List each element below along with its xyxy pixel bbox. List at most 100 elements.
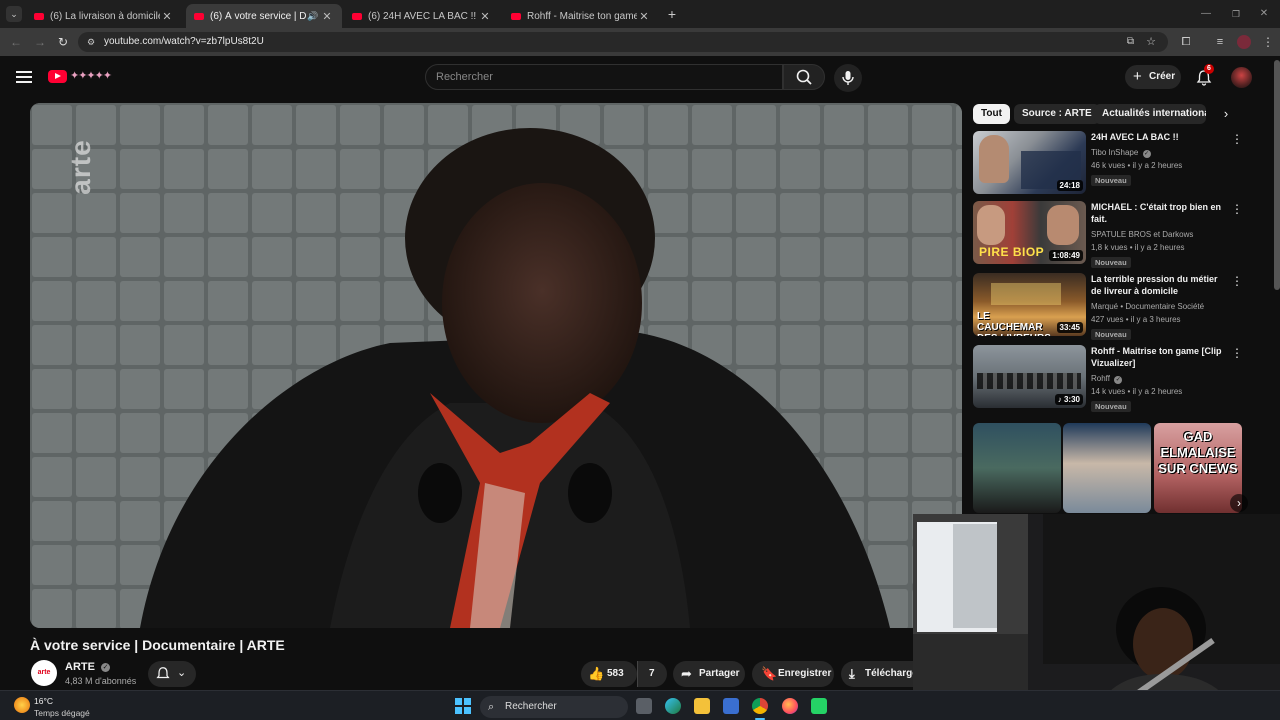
recommendation-thumbnail[interactable]: LE CAUCHEMAR DES LIVREURS 33:45: [973, 273, 1086, 336]
recommendation-channel: Marqué • Documentaire Société: [1091, 302, 1205, 311]
search-input[interactable]: Rechercher: [425, 64, 783, 90]
shorts-next-chevron-icon[interactable]: ›: [1230, 494, 1248, 512]
create-button[interactable]: + Créer: [1125, 65, 1181, 89]
whatsapp-icon[interactable]: [811, 698, 827, 714]
recommendation-channel-text: Rohff: [1091, 374, 1110, 383]
media-controls-icon[interactable]: ≡: [1212, 34, 1228, 50]
notifications-button[interactable]: 6: [1194, 64, 1214, 88]
short-thumbnail[interactable]: [973, 423, 1061, 513]
like-button[interactable]: 👍 583: [581, 661, 637, 687]
address-bar-row: ← → ↻ ⚙ youtube.com/watch?v=zb7lpUs8t2U …: [0, 28, 1280, 56]
subscriber-count: 4,83 M d'abonnés: [65, 676, 137, 686]
recommendation-thumbnail[interactable]: PIRE BIOP 1:08:49: [973, 201, 1086, 264]
new-badge: Nouveau: [1091, 257, 1131, 268]
recommendation-title: Rohff - Maitrise ton game [Clip Vizualiz…: [1091, 346, 1222, 368]
recommendation-item[interactable]: LE CAUCHEMAR DES LIVREURS 33:45 La terri…: [973, 273, 1243, 340]
bookmark-star-icon[interactable]: ☆: [1146, 32, 1156, 52]
subscription-bell-button[interactable]: ⌄: [148, 661, 196, 687]
close-tab-icon[interactable]: ✕: [637, 10, 651, 23]
temperature: 16°C: [34, 696, 53, 706]
tab-title: Rohff - Maitrise ton game [Clip: [527, 10, 637, 22]
chevron-down-icon: ⌄: [177, 667, 187, 679]
channel-name[interactable]: ARTE ✓: [65, 661, 111, 673]
forward-icon[interactable]: →: [32, 34, 48, 50]
recommendation-thumbnail[interactable]: ♪ 3:30: [973, 345, 1086, 408]
browser-tab-3[interactable]: (6) 24H AVEC LA BAC !! - YouTu ✕: [344, 4, 500, 28]
short-thumbnail[interactable]: GAD ELMALAISE SUR CNEWS: [1154, 423, 1242, 513]
download-label: Télécharger: [865, 668, 913, 679]
close-window-icon[interactable]: ✕: [1256, 6, 1272, 22]
close-tab-icon[interactable]: ✕: [160, 10, 174, 23]
back-icon[interactable]: ←: [8, 34, 24, 50]
video-player[interactable]: arte: [30, 103, 962, 628]
arte-watermark: arte: [65, 139, 96, 195]
browser-tab-4[interactable]: Rohff - Maitrise ton game [Clip ✕: [503, 4, 659, 28]
recommendation-thumbnail[interactable]: 24:18: [973, 131, 1086, 194]
more-options-icon[interactable]: ⋮: [1231, 133, 1243, 145]
short-thumbnail[interactable]: [1063, 423, 1151, 513]
extensions-icon[interactable]: ⧠: [1178, 34, 1194, 50]
recommendation-item[interactable]: 24:18 24H AVEC LA BAC !! Tibo InShape ✓ …: [973, 131, 1243, 195]
browser-menu-icon[interactable]: ⋮: [1262, 34, 1274, 50]
video-frame: [30, 103, 962, 628]
edge-browser-icon[interactable]: [665, 698, 681, 714]
more-options-icon[interactable]: ⋮: [1231, 275, 1243, 287]
hamburger-menu-icon[interactable]: [16, 69, 32, 85]
save-button[interactable]: 🔖 Enregistrer: [752, 661, 834, 687]
recommendation-meta: 427 vues • il y a 3 heures: [1091, 315, 1181, 324]
weather-sun-icon: [14, 697, 30, 713]
channel-avatar[interactable]: arte: [31, 660, 57, 686]
youtube-favicon-icon: [194, 12, 204, 20]
more-options-icon[interactable]: ⋮: [1231, 347, 1243, 359]
more-options-icon[interactable]: ⋮: [1231, 203, 1243, 215]
verified-badge-icon: ✓: [1114, 376, 1123, 384]
youtube-logo[interactable]: ✦✦✦✦✦: [48, 68, 118, 86]
restore-icon[interactable]: ❐: [1228, 6, 1244, 22]
weather-widget[interactable]: 16°C Temps dégagé: [12, 693, 122, 719]
chip-all[interactable]: Tout: [973, 104, 1010, 124]
recommendation-item[interactable]: PIRE BIOP 1:08:49 MICHAEL : C'était trop…: [973, 201, 1243, 268]
task-view-icon[interactable]: [636, 698, 652, 714]
voice-search-button[interactable]: [834, 64, 862, 92]
chip-world-news[interactable]: Actualités internationales: [1094, 104, 1206, 124]
dislike-button[interactable]: 7: [637, 661, 667, 687]
chips-next-chevron-icon[interactable]: ›: [1218, 106, 1234, 122]
speaker-icon[interactable]: 🔊: [306, 11, 320, 22]
search-button[interactable]: [783, 64, 825, 90]
bookmark-icon: 🔖: [761, 666, 778, 681]
share-button[interactable]: ➦ Partager: [673, 661, 745, 687]
tab-list-dropdown-icon[interactable]: ⌄: [6, 6, 22, 22]
chrome-icon[interactable]: [752, 698, 768, 714]
new-tab-icon[interactable]: +: [664, 6, 680, 22]
url-field[interactable]: ⚙ youtube.com/watch?v=zb7lpUs8t2U ⧉ ☆: [78, 32, 1168, 52]
taskbar-search[interactable]: ⌕ Rechercher: [480, 696, 628, 718]
close-tab-icon[interactable]: ✕: [478, 10, 492, 23]
thumbnail-caption: PIRE BIOP: [979, 245, 1045, 259]
browser-tab-2[interactable]: (6) À votre service | Documen 🔊 ✕: [186, 4, 342, 28]
page-scrollbar[interactable]: [1274, 60, 1280, 290]
chip-source-arte[interactable]: Source : ARTE: [1014, 104, 1100, 124]
youtube-favicon-icon: [511, 12, 521, 20]
browser-tab-1[interactable]: (6) La livraison à domicile : de l' ✕: [26, 4, 182, 28]
site-info-icon[interactable]: ⚙: [87, 32, 95, 52]
windows-start-icon[interactable]: [455, 698, 471, 714]
search-icon: [796, 69, 812, 85]
doodle-figures-icon: ✦✦✦✦✦: [70, 70, 112, 82]
reload-icon[interactable]: ↻: [55, 34, 71, 50]
tab-title: (6) La livraison à domicile : de l': [50, 10, 160, 22]
close-tab-icon[interactable]: ✕: [320, 10, 334, 23]
minimize-icon[interactable]: —: [1198, 6, 1214, 22]
recommendation-item[interactable]: ♪ 3:30 Rohff - Maitrise ton game [Clip V…: [973, 345, 1243, 412]
install-app-icon[interactable]: ⧉: [1127, 32, 1134, 52]
firefox-icon[interactable]: [782, 698, 798, 714]
account-avatar[interactable]: [1231, 67, 1252, 88]
video-duration: 33:45: [1056, 322, 1083, 333]
recommendation-channel: Tibo InShape ✓: [1091, 148, 1151, 158]
file-explorer-icon[interactable]: [694, 698, 710, 714]
recommendation-meta: 1,8 k vues • il y a 2 heures: [1091, 243, 1185, 252]
download-button[interactable]: ⤓ Télécharger: [841, 661, 913, 687]
profile-avatar[interactable]: [1237, 35, 1251, 49]
video-title: À votre service | Documentaire | ARTE: [30, 637, 285, 653]
share-label: Partager: [699, 668, 740, 679]
microsoft-store-icon[interactable]: [723, 698, 739, 714]
